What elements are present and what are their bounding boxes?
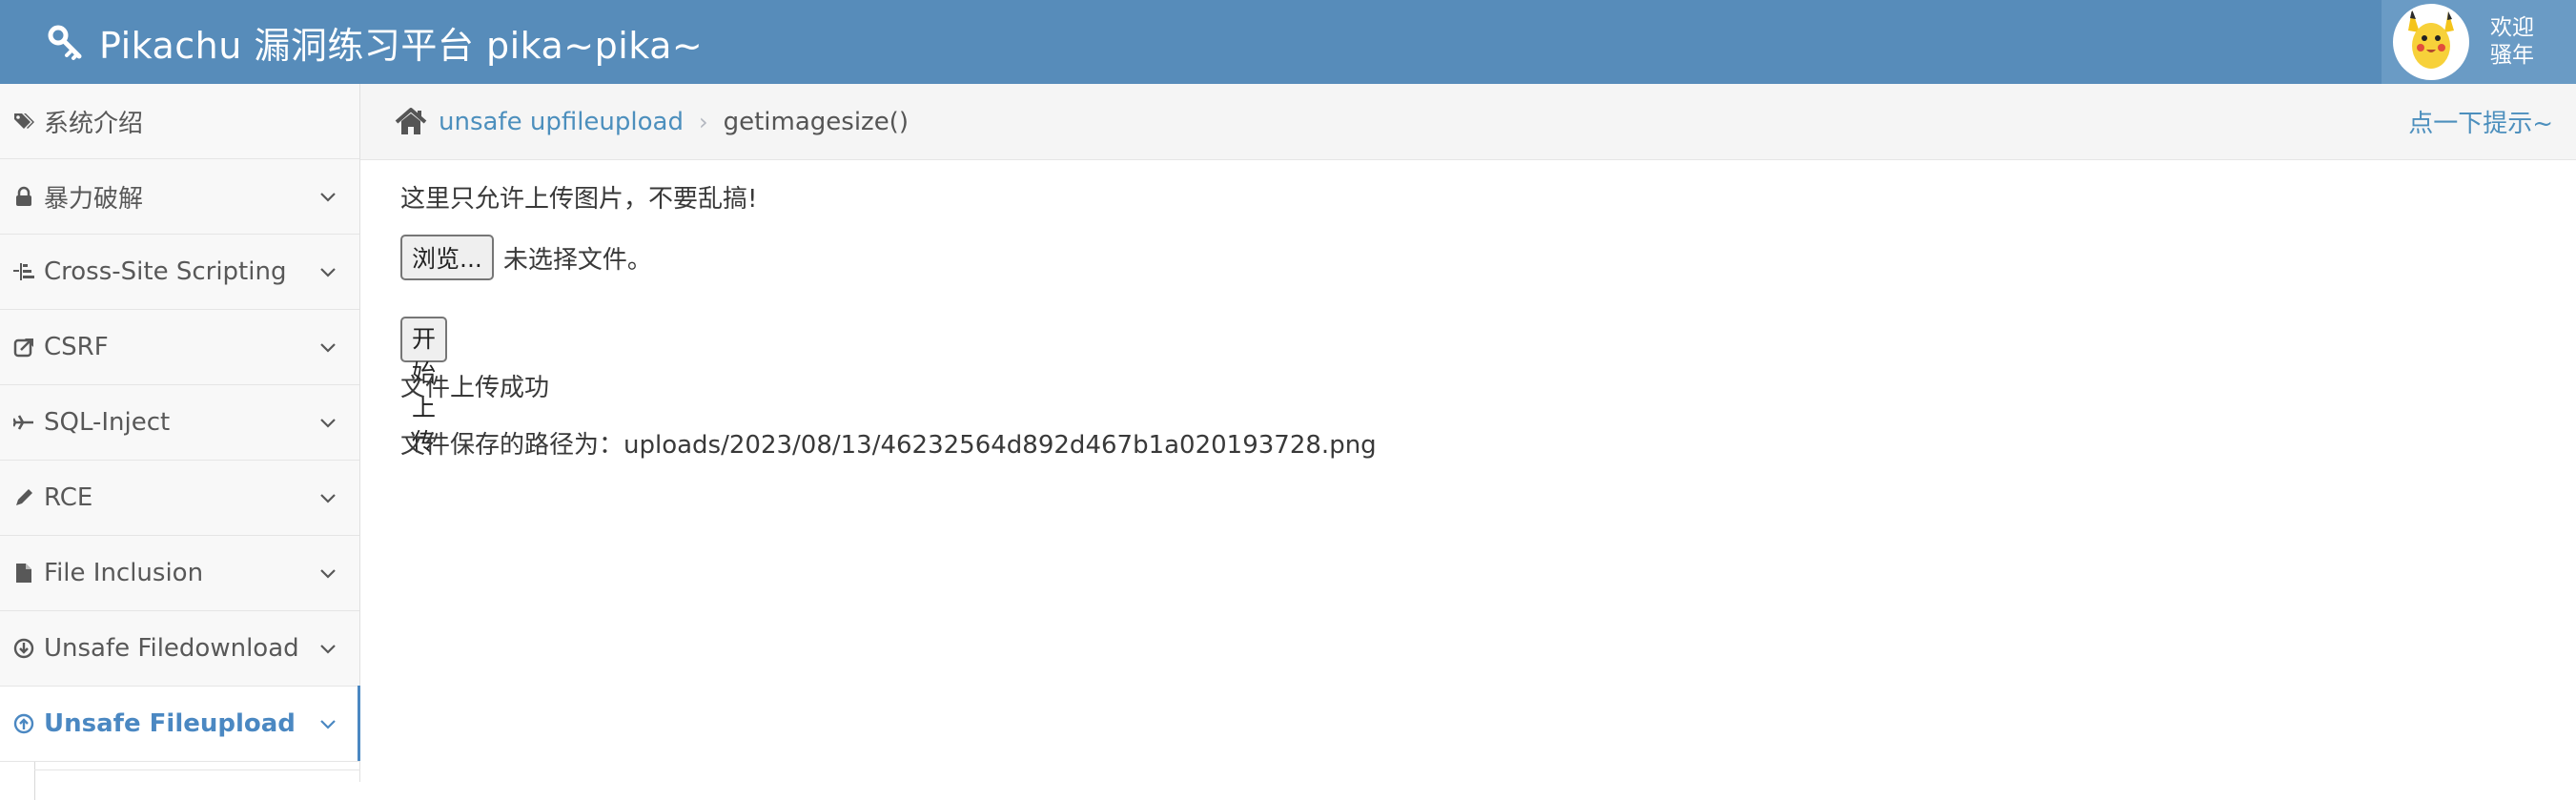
top-navbar: Pikachu 漏洞练习平台 pika~pika~ 欢迎 骚年: [0, 0, 2576, 84]
sidebar: 系统介绍 暴力破解 Cross-Site Scripting CSRF SQL-…: [0, 84, 360, 800]
list-icon: [13, 261, 34, 282]
upload-result: 文件上传成功: [400, 374, 550, 402]
home-icon[interactable]: [395, 107, 427, 136]
sidebar-item-label: 暴力破解: [44, 184, 144, 214]
hint-link[interactable]: 点一下提示~: [2408, 104, 2553, 139]
plane-icon: [13, 412, 34, 433]
lock-icon: [13, 186, 34, 207]
sidebar-item-label: 系统介绍: [44, 109, 144, 138]
sidebar-item-label: Cross-Site Scripting: [44, 257, 287, 286]
sidebar-item-fileupload[interactable]: Unsafe Fileupload: [0, 686, 360, 762]
chevron-down-icon: [320, 343, 336, 353]
chevron-down-icon: [320, 720, 336, 729]
sidebar-item-sqli[interactable]: SQL-Inject: [0, 385, 359, 461]
pikachu-avatar-icon: [2395, 6, 2467, 78]
chevron-down-icon: [320, 494, 336, 503]
chevron-down-icon: [320, 193, 336, 202]
key-icon: [48, 25, 82, 60]
username: 骚年: [2490, 43, 2534, 68]
sidebar-submenu: [0, 762, 360, 800]
sidebar-item-filedownload[interactable]: Unsafe Filedownload: [0, 611, 359, 687]
user-menu[interactable]: 欢迎 骚年: [2382, 0, 2576, 84]
upload-button[interactable]: 开始上传: [400, 317, 448, 456]
sidebar-item-label: File Inclusion: [44, 559, 204, 587]
breadcrumb-current: getimagesize(): [723, 107, 909, 136]
chevron-down-icon: [320, 569, 336, 579]
sidebar-item-label: Unsafe Filedownload: [44, 634, 299, 663]
sidebar-item-file-inclusion[interactable]: File Inclusion: [0, 536, 359, 611]
sidebar-item-rce[interactable]: RCE: [0, 461, 359, 536]
file-input: 浏览... 未选择文件。: [400, 235, 652, 280]
app-title: Pikachu 漏洞练习平台 pika~pika~: [99, 24, 704, 67]
browse-button[interactable]: 浏览...: [400, 235, 494, 280]
user-greeting: 欢迎 骚年: [2490, 14, 2534, 70]
chevron-down-icon: [320, 419, 336, 428]
brand[interactable]: Pikachu 漏洞练习平台 pika~pika~: [46, 0, 703, 84]
pencil-icon: [13, 487, 34, 508]
sidebar-item-label: SQL-Inject: [44, 408, 171, 437]
download-circle-icon: [13, 638, 34, 659]
file-icon: [13, 563, 34, 584]
avatar: [2393, 4, 2469, 80]
sidebar-item-label: RCE: [44, 483, 93, 512]
saved-path: 文件保存的路径为：uploads/2023/08/13/46232564d892…: [400, 431, 1377, 460]
sidebar-item-xss[interactable]: Cross-Site Scripting: [0, 235, 359, 310]
sidebar-item-label: CSRF: [44, 333, 109, 361]
sidebar-item-intro[interactable]: 系统介绍: [0, 84, 359, 159]
share-icon: [13, 337, 34, 358]
breadcrumb-parent-link[interactable]: unsafe upfileupload: [439, 108, 684, 136]
chevron-down-icon: [320, 268, 336, 277]
greeting-line: 欢迎: [2490, 15, 2534, 40]
chevron-down-icon: [320, 645, 336, 654]
chevron-right-icon: ›: [698, 108, 708, 135]
file-status: 未选择文件。: [502, 245, 652, 275]
upload-note: 这里只允许上传图片，不要乱搞!: [400, 185, 758, 214]
breadcrumb: unsafe upfileupload › getimagesize() 点一下…: [360, 84, 2576, 160]
sidebar-item-csrf[interactable]: CSRF: [0, 310, 359, 385]
tags-icon: [13, 111, 34, 132]
sidebar-item-bruteforce[interactable]: 暴力破解: [0, 159, 359, 235]
sidebar-item-label: Unsafe Fileupload: [44, 709, 296, 738]
upload-circle-icon: [13, 713, 34, 734]
